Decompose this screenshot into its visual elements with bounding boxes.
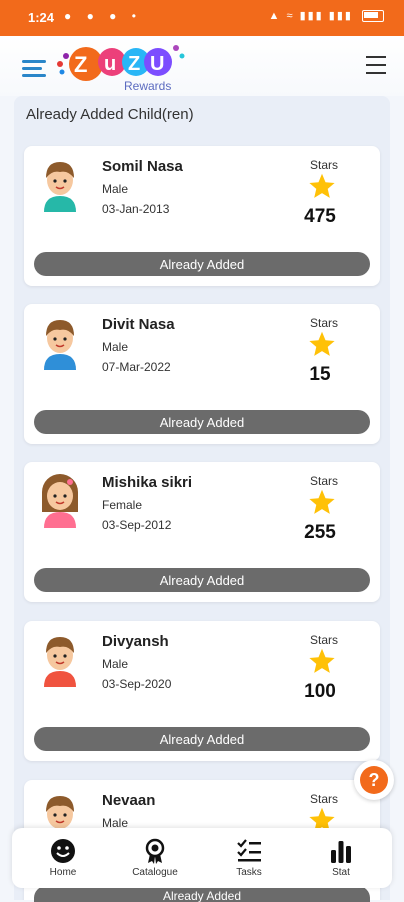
nav-home[interactable]: Home (28, 838, 98, 884)
child-card: Divit Nasa Male 07-Mar-2022 Stars 15 Already … (24, 304, 380, 444)
child-dob: 03-Sep-2012 (102, 518, 172, 532)
child-name: Divyansh (102, 633, 169, 650)
checklist-icon (237, 839, 261, 862)
nav-catalogue[interactable]: Catalogue (120, 838, 190, 884)
svg-text:Z: Z (74, 52, 87, 77)
stars-count: 100 (304, 681, 336, 702)
bar-chart-icon (331, 841, 351, 863)
stars-count: 15 (309, 364, 331, 385)
star-icon (309, 648, 335, 673)
status-bar: 1:24 ● ● ● • ▲ ≈ ▮▮▮ ▮▮▮ (0, 0, 404, 36)
nav-label-home: Home (49, 867, 77, 878)
menu-icon[interactable] (22, 60, 46, 78)
star-icon (309, 173, 335, 198)
section-title: Already Added Child(ren) (26, 106, 194, 123)
bottom-navigation: Home Catalogue Tasks Stat (12, 828, 392, 888)
child-name: Nevaan (102, 792, 156, 809)
star-icon (309, 489, 335, 514)
nav-label-stat: Stat (332, 867, 350, 878)
nav-stat[interactable]: Stat (306, 838, 376, 884)
already-added-button[interactable]: Already Added (34, 568, 370, 592)
child-gender: Male (102, 657, 129, 671)
child-card: Somil Nasa Male 03-Jan-2013 Stars 475 Already… (24, 146, 380, 286)
stars-label: Stars (309, 633, 338, 647)
app-bar: Z u Z U Rewards (0, 36, 404, 96)
child-gender: Male (102, 340, 129, 354)
notification-icons: ● ● ● • (64, 9, 142, 23)
svg-text:u: u (104, 53, 116, 75)
children-list: Already Added Child(ren) Somil Nasa Male 0… (14, 96, 390, 900)
boy-avatar-icon (44, 320, 76, 370)
star-icon (309, 331, 335, 356)
battery-icon (362, 10, 384, 23)
nav-label-catalogue: Catalogue (132, 867, 178, 878)
already-added-button[interactable]: Already Added (34, 252, 370, 276)
signal-icons: ▲ ≈ ▮▮▮ ▮▮▮ (269, 9, 384, 23)
svg-text:U: U (150, 53, 164, 75)
boy-avatar-icon (44, 162, 76, 212)
boy-avatar-icon (44, 637, 76, 687)
nav-tasks[interactable]: Tasks (214, 838, 284, 884)
question-icon: ? (360, 766, 388, 794)
stars-label: Stars (309, 158, 338, 172)
zuzu-rewards-logo: Z u Z U Rewards (57, 45, 185, 93)
stars-label: Stars (309, 792, 338, 806)
child-dob: 03-Jan-2013 (102, 202, 170, 216)
help-button[interactable]: ? (354, 760, 394, 800)
child-dob: 03-Sep-2020 (102, 677, 172, 691)
child-name: Divit Nasa (102, 316, 175, 333)
already-added-button[interactable]: Already Added (34, 727, 370, 751)
smiley-icon (51, 839, 75, 863)
status-time: 1:24 (28, 10, 55, 25)
award-icon (145, 838, 165, 864)
child-dob: 07-Mar-2022 (102, 360, 171, 374)
already-added-button[interactable]: Already Added (34, 410, 370, 434)
overflow-menu-icon[interactable] (366, 56, 386, 74)
child-card: Mishika sikri Female 03-Sep-2012 Stars 255 Al… (24, 462, 380, 602)
child-gender: Female (102, 498, 143, 512)
child-name: Somil Nasa (102, 158, 183, 175)
nav-label-tasks: Tasks (236, 867, 262, 878)
stars-label: Stars (309, 316, 338, 330)
child-card: Divyansh Male 03-Sep-2020 Stars 100 Already A… (24, 621, 380, 761)
child-gender: Male (102, 182, 129, 196)
svg-text:Z: Z (128, 53, 140, 75)
child-name: Mishika sikri (102, 474, 193, 491)
stars-count: 475 (304, 206, 336, 227)
stars-label: Stars (309, 474, 338, 488)
stars-count: 255 (304, 522, 336, 543)
svg-text:Rewards: Rewards (124, 79, 171, 93)
girl-avatar-icon (42, 474, 78, 528)
